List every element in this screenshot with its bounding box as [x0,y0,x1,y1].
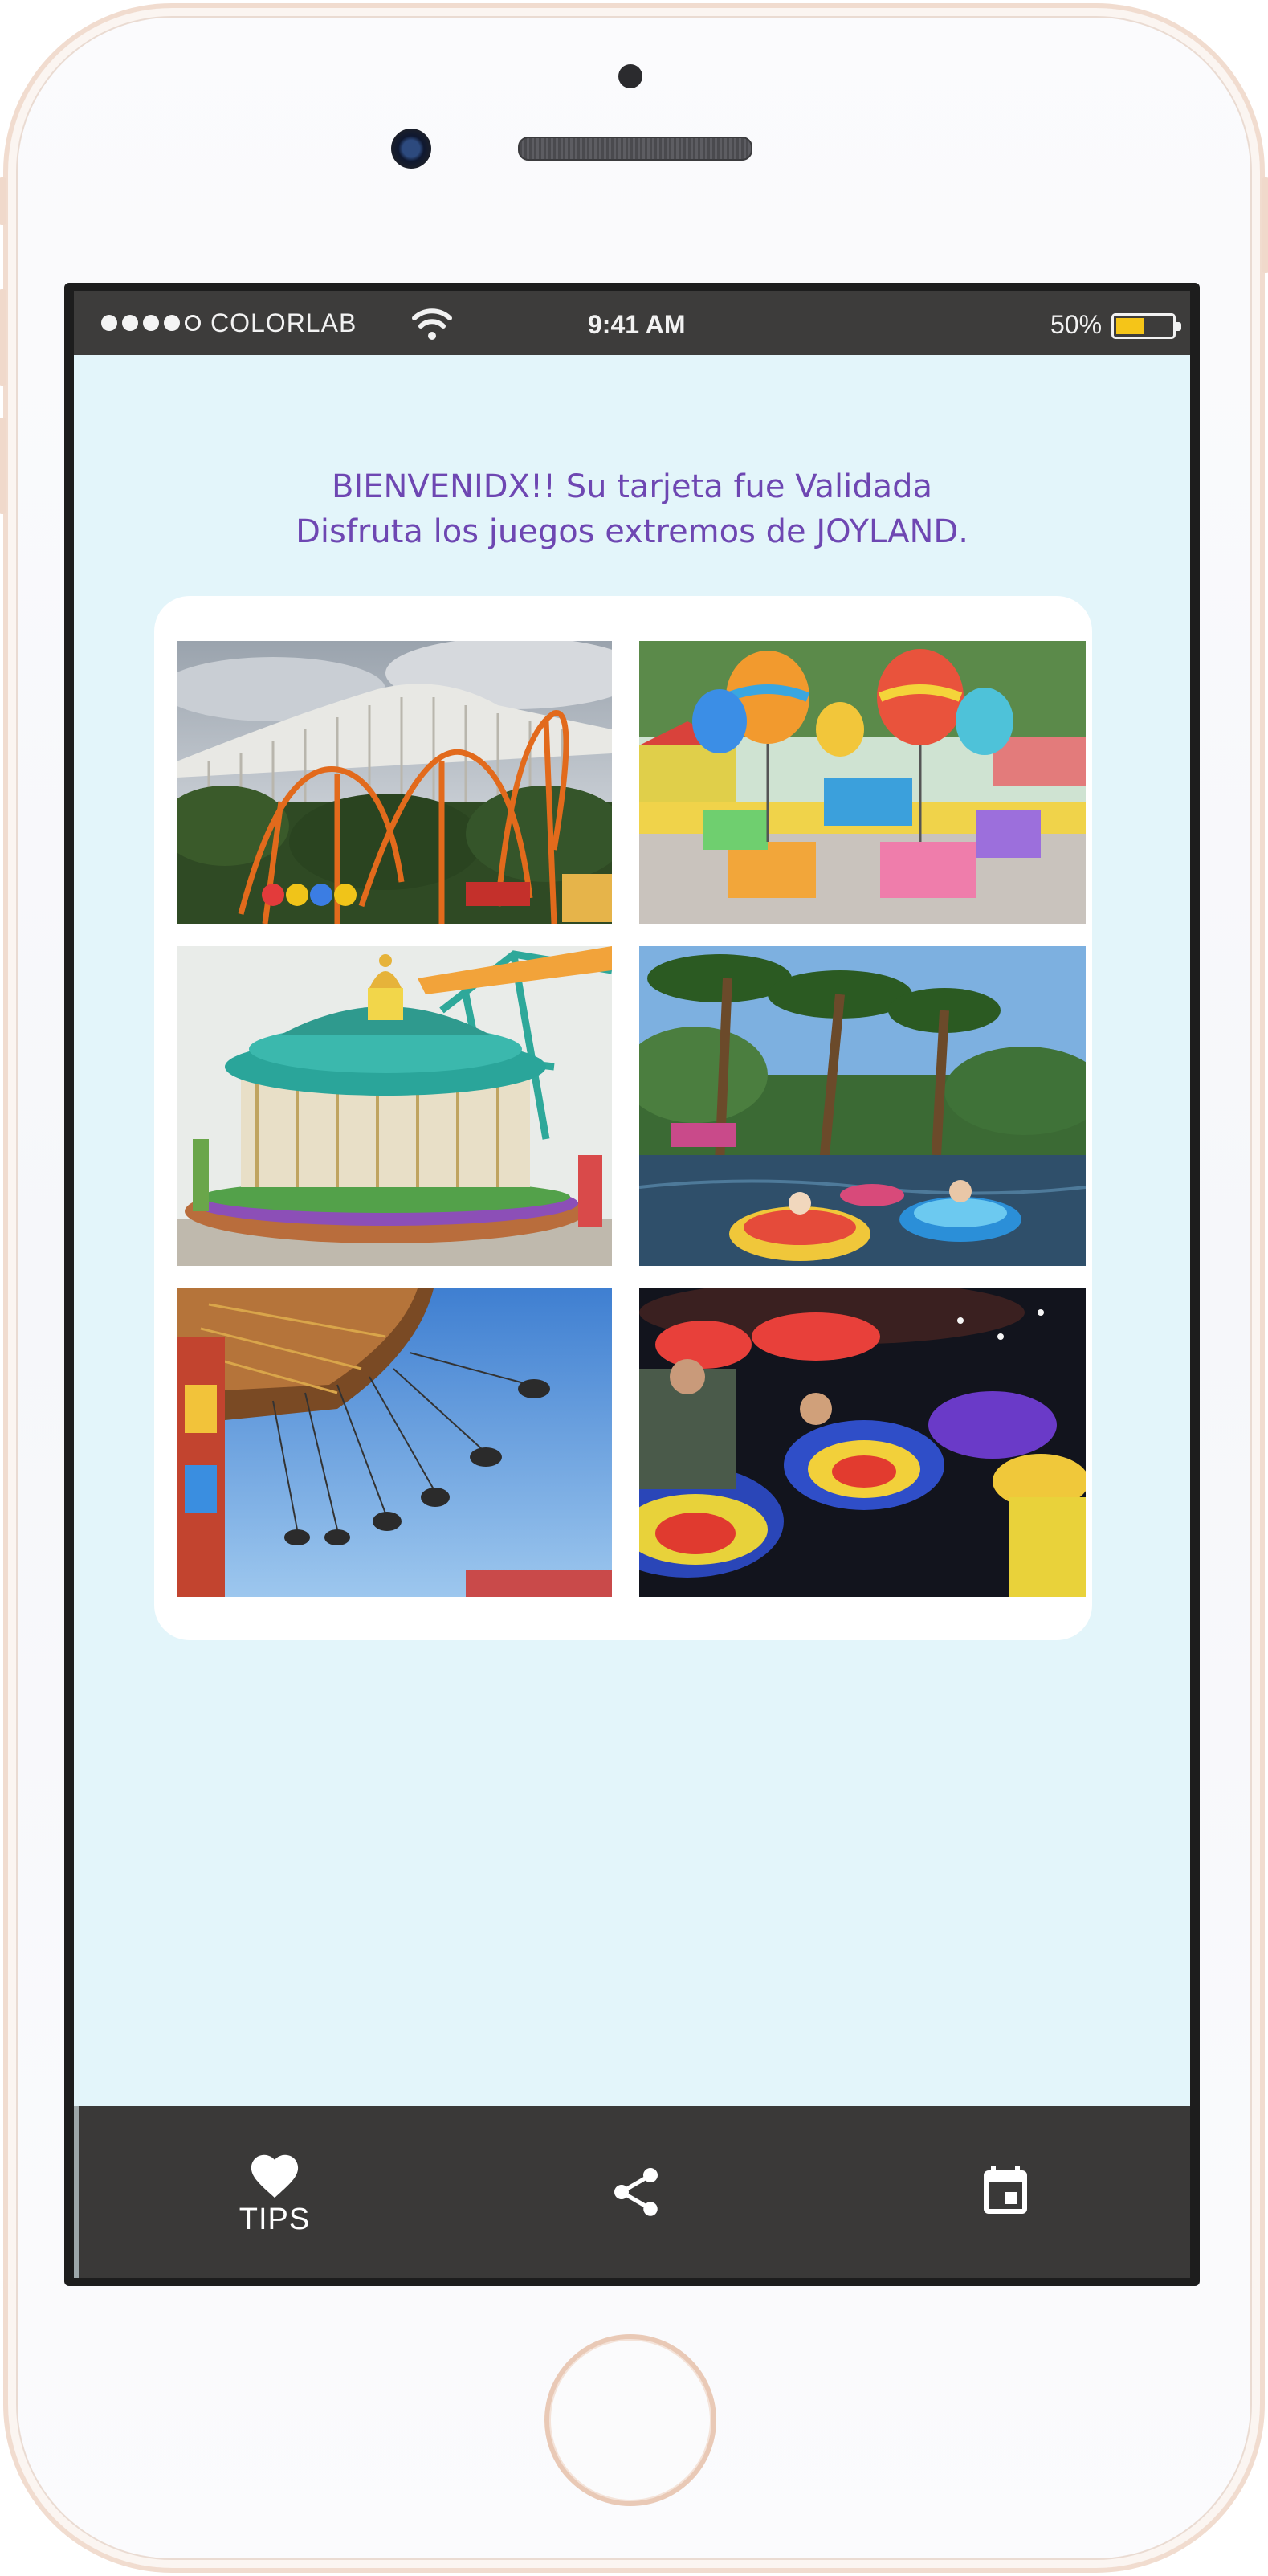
share-button[interactable] [556,2106,716,2278]
battery-percent: 50% [1050,310,1103,339]
tips-button[interactable]: TIPS [194,2106,355,2278]
battery-icon [1111,313,1181,339]
status-bar: COLORLAB 9:41 AM 50% [74,291,1190,355]
carrier-name: COLORLAB [210,308,357,337]
swing-ride-photo[interactable] [177,1288,612,1597]
spinning-ride-photo[interactable] [639,1288,1086,1597]
balloon-ride-photo[interactable] [639,641,1086,924]
wifi-icon [412,308,452,340]
status-time: 9:41 AM [588,310,686,339]
battery-level [1116,318,1144,334]
signal-strength-icon [101,315,201,331]
share-icon [614,2168,658,2216]
home-button[interactable] [544,2334,716,2506]
photo-gallery [154,596,1092,1640]
earpiece-speaker [518,137,752,161]
power-button [1262,177,1268,273]
volume-down-button [0,418,6,514]
main-content: BIENVENIDX!! Su tarjeta fue Validada Dis… [74,355,1190,2106]
nav-edge [74,2106,79,2278]
heart-icon [251,2154,299,2198]
bottom-navigation: TIPS [74,2106,1190,2278]
calendar-icon [984,2166,1027,2214]
bumper-boats-photo[interactable] [639,946,1086,1266]
tips-label: TIPS [239,2202,311,2236]
front-camera [391,129,431,169]
volume-up-button [0,289,6,386]
welcome-line-2: Disfruta los juegos extremos de JOYLAND. [296,513,968,550]
phone-screen: COLORLAB 9:41 AM 50% BIENVENIDX!! Su tar… [64,283,1200,2286]
roller-coaster-photo[interactable] [177,641,612,924]
calendar-button[interactable] [925,2106,1086,2278]
welcome-message: BIENVENIDX!! Su tarjeta fue Validada Dis… [74,464,1190,554]
mute-switch [0,177,6,225]
welcome-line-1: BIENVENIDX!! Su tarjeta fue Validada [331,468,933,505]
carousel-photo[interactable] [177,946,612,1266]
proximity-sensor [618,64,642,88]
